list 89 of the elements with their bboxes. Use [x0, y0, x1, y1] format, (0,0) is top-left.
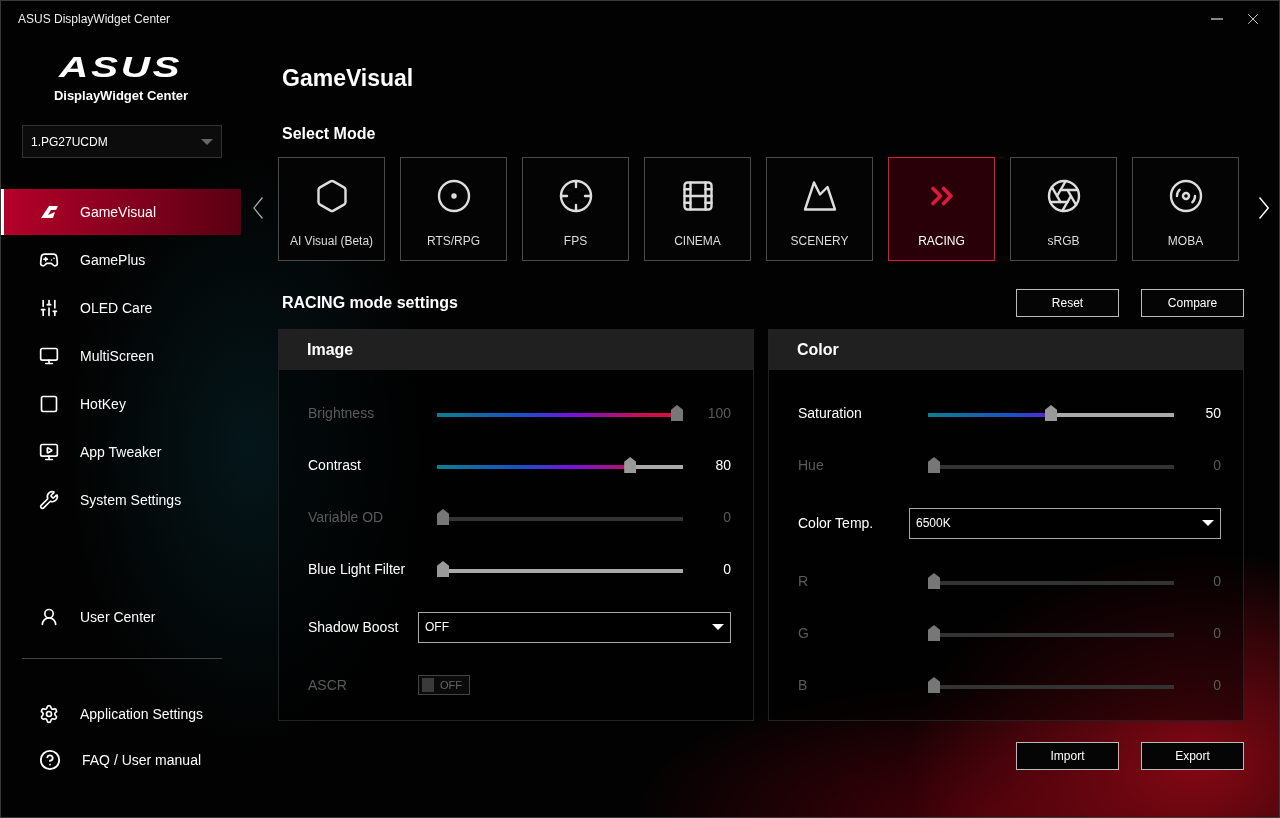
circle-dot-icon — [435, 178, 472, 214]
slider[interactable] — [928, 677, 1174, 693]
slider[interactable] — [437, 405, 683, 421]
gamepad-icon — [39, 250, 59, 270]
action-button[interactable]: Reset — [1016, 289, 1119, 317]
slider-thumb[interactable] — [437, 561, 449, 577]
window-title: ASUS DisplayWidget Center — [18, 12, 172, 26]
minimize-icon — [1211, 18, 1223, 20]
aperture-icon — [1045, 178, 1082, 214]
slider[interactable] — [928, 625, 1174, 641]
monitor-icon — [39, 442, 59, 462]
caret-icon — [1202, 520, 1214, 526]
setting-label: Hue — [798, 457, 825, 473]
crosshair-icon — [557, 178, 594, 214]
nav-item[interactable]: App Tweaker — [1, 429, 241, 475]
mode-tile[interactable]: FPS — [522, 157, 629, 261]
setting-label: R — [798, 573, 810, 589]
slider[interactable] — [437, 457, 683, 473]
setting-label: Saturation — [798, 405, 863, 421]
setting-label: G — [798, 625, 810, 641]
mode-tile[interactable]: sRGB — [1010, 157, 1117, 261]
panel-title: Image — [279, 330, 753, 370]
slider[interactable] — [437, 509, 683, 525]
mode-tile[interactable]: RACING — [888, 157, 995, 261]
slider-thumb[interactable] — [1045, 405, 1057, 421]
slider-value: 80 — [714, 457, 731, 473]
slider[interactable] — [928, 573, 1174, 589]
mode-tile[interactable]: CINEMA — [644, 157, 751, 261]
nav-item[interactable]: FAQ / User manual — [1, 737, 241, 783]
setting-label: Brightness — [308, 405, 376, 421]
nav-item[interactable]: GameVisual — [1, 189, 241, 235]
wrench-icon — [39, 490, 59, 510]
slider[interactable] — [928, 457, 1174, 473]
setting-label: B — [798, 677, 809, 693]
page-title: GameVisual — [282, 65, 415, 93]
setting-label: Shadow Boost — [308, 619, 400, 635]
chevron-left-icon — [253, 197, 263, 219]
slider-value: 0 — [722, 509, 731, 525]
monitor-icon — [39, 346, 59, 366]
setting-label: Variable OD — [308, 509, 385, 525]
disc-icon — [1167, 178, 1204, 214]
caret-icon — [201, 138, 213, 145]
panel-title: Color — [769, 330, 1243, 370]
user-icon — [39, 607, 59, 627]
action-button[interactable]: Export — [1141, 742, 1244, 770]
mode-tile[interactable]: RTS/RPG — [400, 157, 507, 261]
setting-label: Blue Light Filter — [308, 561, 407, 577]
dropdown-field[interactable]: 6500K — [909, 507, 1221, 539]
nav-item[interactable]: HotKey — [1, 381, 241, 427]
chevron-right-icon — [1259, 197, 1269, 219]
slider-value: 0 — [1212, 677, 1221, 693]
section-heading: Select Mode — [282, 125, 377, 143]
settings-icon — [39, 704, 59, 724]
nav-item[interactable]: MultiScreen — [1, 333, 241, 379]
product-name: DisplayWidget Center — [53, 88, 189, 103]
gamevisual-icon — [39, 204, 59, 220]
mode-tile[interactable]: MOBA — [1132, 157, 1239, 261]
slider-value: 0 — [1212, 457, 1221, 473]
action-button[interactable]: Compare — [1141, 289, 1244, 317]
nav-item[interactable]: OLED Care — [1, 285, 241, 331]
slider[interactable] — [437, 561, 683, 577]
slider-value: 0 — [1212, 573, 1221, 589]
dropdown-field[interactable]: OFF — [418, 611, 731, 643]
next-button[interactable] — [1259, 197, 1269, 219]
logo: ASUS — [59, 51, 183, 83]
slider-value: 100 — [706, 405, 731, 421]
nav-item[interactable]: System Settings — [1, 477, 241, 523]
setting-label: ASCR — [308, 677, 348, 693]
monitor-dropdown[interactable]: 1.PG27UCDM — [22, 125, 222, 158]
square-icon — [39, 394, 59, 414]
nav-item[interactable]: User Center — [1, 594, 241, 640]
slider-thumb[interactable] — [624, 457, 637, 473]
mode-tile[interactable]: SCENERY — [766, 157, 873, 261]
sliders-icon — [39, 298, 59, 318]
slider-value: 50 — [1204, 405, 1221, 421]
action-button[interactable]: Import — [1016, 742, 1119, 770]
slider[interactable] — [928, 405, 1174, 421]
slider-value: 0 — [1212, 625, 1221, 641]
setting-label: Contrast — [308, 457, 362, 473]
previous-button[interactable] — [253, 197, 263, 219]
nav-item[interactable]: Application Settings — [1, 691, 241, 737]
caret-icon — [712, 624, 724, 630]
settings-title: RACING mode settings — [282, 294, 459, 312]
mode-tile[interactable]: AI Visual (Beta) — [278, 157, 385, 261]
setting-label: Color Temp. — [798, 515, 875, 531]
mountain-icon — [801, 178, 838, 214]
help-icon — [39, 749, 61, 771]
nav-item[interactable]: GamePlus — [1, 237, 241, 283]
slider-value: 0 — [722, 561, 731, 577]
